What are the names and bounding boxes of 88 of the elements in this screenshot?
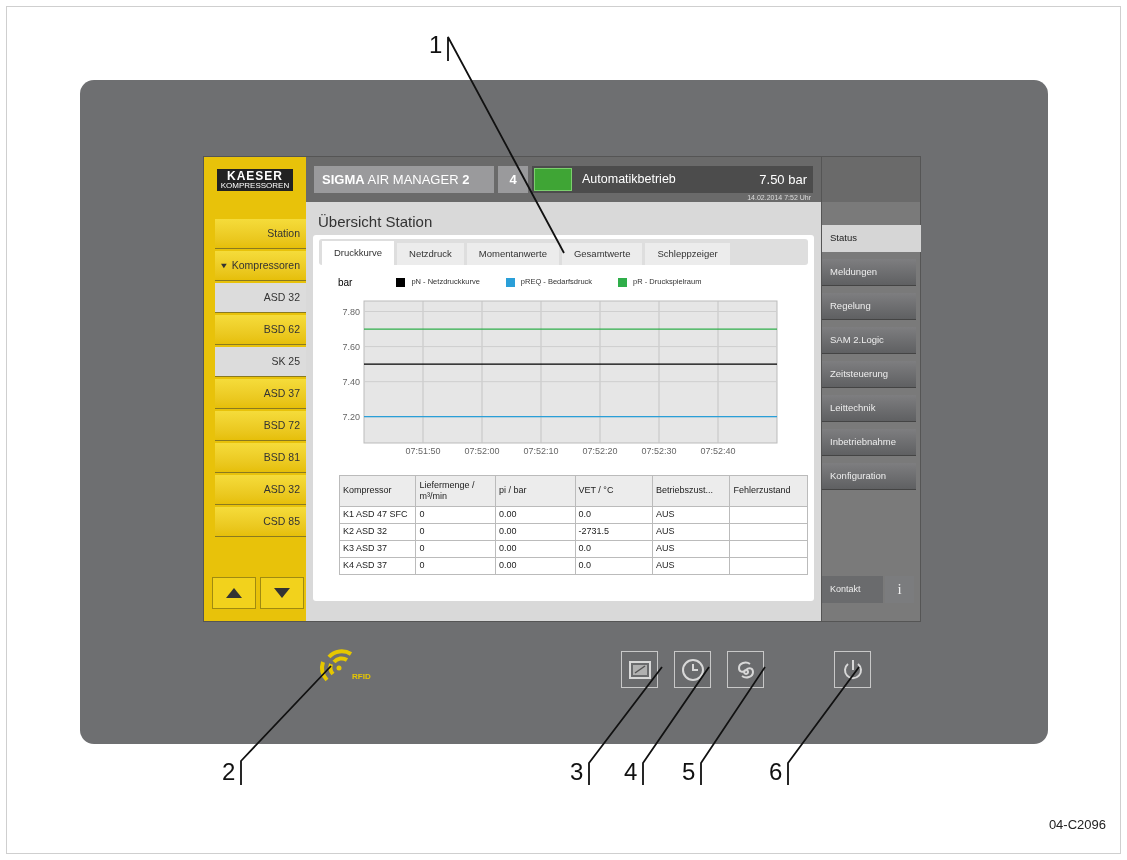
table-cell: 0 (415, 523, 496, 541)
sidebar-item[interactable]: ASD 32 (215, 475, 306, 505)
info-button[interactable]: i (885, 576, 914, 603)
table-cell: 0 (415, 557, 496, 575)
sidebar-item[interactable]: ASD 32 (215, 283, 306, 313)
table-cell: AUS (652, 540, 730, 558)
product-title: SIGMA AIR MANAGER 2 (322, 170, 470, 189)
tick-label: 07:52:40 (700, 446, 736, 456)
tick-label: 07:51:50 (405, 446, 441, 456)
table-cell: 0.00 (495, 540, 575, 558)
menu-item[interactable]: Konfiguration (822, 463, 916, 490)
status-lamp-icon (534, 168, 572, 191)
logo-subtitle: KOMPRESSOREN (220, 181, 290, 190)
table-cell: 0 (415, 540, 496, 558)
tick-label: 7.20 (342, 411, 360, 422)
menu-item[interactable]: Meldungen (822, 259, 916, 286)
tab[interactable]: Gesamtwerte (561, 243, 643, 265)
table-cell: 0.00 (495, 557, 575, 575)
tick-label: 07:52:30 (641, 446, 677, 456)
table-cell: 0.00 (495, 506, 575, 524)
sidebar-item[interactable]: CSD 85 (215, 507, 306, 537)
panel-button[interactable] (834, 651, 871, 688)
column-header: pi / bar (495, 475, 575, 507)
axis-label: bar (338, 275, 353, 290)
up-triangle-icon (226, 588, 242, 598)
sidebar-item[interactable]: BSD 81 (215, 443, 306, 473)
logo-name: KAESER (227, 169, 283, 182)
column-header: Liefermenge / m³/min (415, 475, 496, 507)
pressure-reading: 7.50 bar (759, 170, 807, 189)
table-cell: 0.0 (575, 557, 653, 575)
table-cell: AUS (652, 557, 730, 575)
table-cell: AUS (652, 523, 730, 541)
callout-number: 3 (570, 760, 584, 784)
mode-text: Automatikbetrieb (582, 171, 676, 189)
figure-code: 04-C2096 (1048, 816, 1106, 834)
tab[interactable]: Druckkurve (322, 241, 395, 265)
callout-number: 5 (682, 760, 696, 784)
panel-button[interactable] (621, 651, 658, 688)
tick-label: 07:52:10 (523, 446, 559, 456)
scroll-up-button[interactable] (212, 577, 256, 609)
sidebar-item[interactable]: Station (215, 219, 306, 249)
count-badge: 4 (498, 166, 528, 193)
sidebar-item[interactable]: BSD 72 (215, 411, 306, 441)
menu-item[interactable]: Zeitsteuerung (822, 361, 916, 388)
contact-button[interactable]: Kontakt (822, 576, 883, 603)
menu-item[interactable]: SAM 2.Logic (822, 327, 916, 354)
tick-label: 07:52:00 (464, 446, 500, 456)
sidebar-item[interactable]: SK 25 (215, 347, 306, 377)
table-cell: -2731.5 (575, 523, 653, 541)
sidebar-item[interactable]: ASD 37 (215, 379, 306, 409)
callout-number: 1 (429, 33, 443, 57)
table-cell: K4 ASD 37 (339, 557, 416, 575)
column-header: Betriebszust... (652, 475, 730, 507)
table-cell: 0.0 (575, 540, 653, 558)
menu-item[interactable]: Regelung (822, 293, 916, 320)
column-header: Fehlerzustand (729, 475, 808, 507)
display-icon (628, 660, 651, 679)
menu-item[interactable]: Status (822, 225, 921, 252)
rfid-label: RFID (352, 673, 371, 681)
table-cell: AUS (652, 506, 730, 524)
callout-number: 4 (624, 760, 638, 784)
tab[interactable]: Netzdruck (397, 243, 464, 265)
tick-label: 7.80 (342, 306, 360, 317)
down-triangle-icon (274, 588, 290, 598)
menu-item[interactable]: Inbetriebnahme (822, 429, 916, 456)
tick-label: 7.40 (342, 376, 360, 387)
clock-icon (680, 657, 705, 682)
scroll-down-button[interactable] (260, 577, 304, 609)
sidebar-item[interactable]: BSD 62 (215, 315, 306, 345)
callout-number: 6 (769, 760, 783, 784)
table-cell: K2 ASD 32 (339, 523, 416, 541)
callout-number: 2 (222, 760, 236, 784)
column-header: Kompressor (339, 475, 416, 507)
table-cell: 0 (415, 506, 496, 524)
table-cell: 0.00 (495, 523, 575, 541)
tab[interactable]: Momentanwerte (466, 243, 559, 265)
panel-button[interactable] (727, 651, 764, 688)
table-cell: K1 ASD 47 SFC (339, 506, 416, 524)
tab[interactable]: Schleppzeiger (645, 243, 730, 265)
tick-label: 07:52:20 (582, 446, 618, 456)
menu-item[interactable]: Leittechnik (822, 395, 916, 422)
page-title: Übersicht Station (317, 212, 434, 232)
table-cell: 0.0 (575, 506, 653, 524)
group-toggle[interactable]: Kompressoren (215, 251, 306, 281)
column-header: VET / °C (575, 475, 653, 507)
table-cell: K3 ASD 37 (339, 540, 416, 558)
tick-label: 7.60 (342, 341, 360, 352)
panel-button[interactable] (674, 651, 711, 688)
